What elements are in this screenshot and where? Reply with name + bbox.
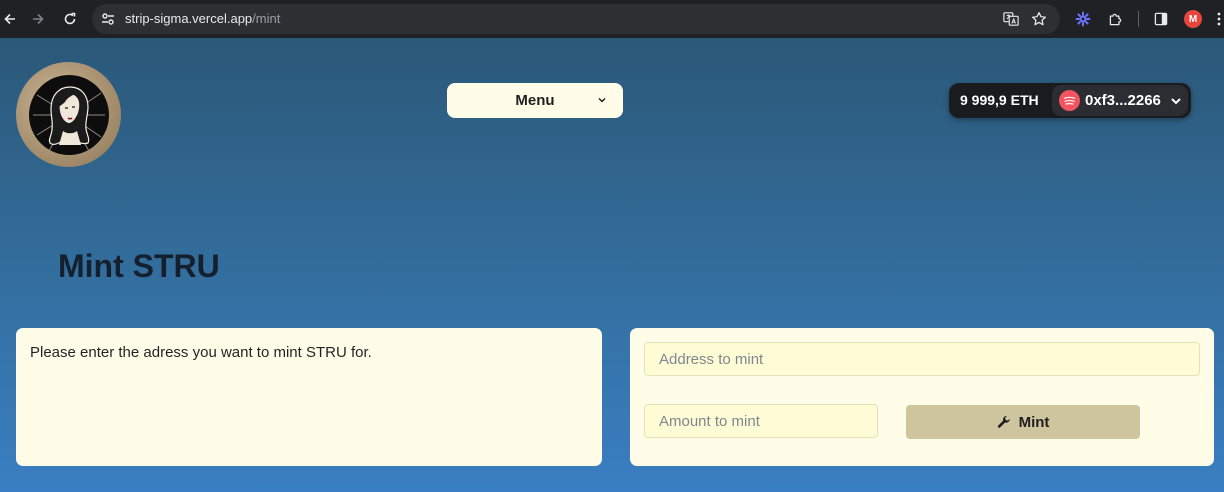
site-settings-icon[interactable] — [100, 11, 116, 27]
logo-portrait-icon — [28, 74, 109, 155]
browser-toolbar: strip-sigma.vercel.app/mint M — [0, 0, 1224, 38]
toolbar-divider — [1138, 11, 1139, 27]
side-panel-icon[interactable] — [1151, 9, 1171, 29]
menu-dropdown-button[interactable]: Menu — [447, 83, 623, 118]
wrench-icon — [997, 416, 1010, 428]
address-input[interactable] — [644, 342, 1200, 376]
page-body: Menu 9 999,9 ETH 0xf3...2266 Mint STRU P… — [0, 38, 1224, 492]
profile-avatar[interactable]: M — [1184, 10, 1202, 28]
info-card: Please enter the adress you want to mint… — [16, 328, 602, 466]
mint-label: Mint — [1018, 413, 1050, 431]
extensions-puzzle-icon[interactable] — [1105, 9, 1125, 29]
address-bar[interactable]: strip-sigma.vercel.app/mint — [92, 4, 1060, 34]
bookmark-star-icon[interactable] — [1030, 10, 1048, 28]
url-text[interactable]: strip-sigma.vercel.app/mint — [125, 11, 280, 26]
wallet-connect-widget[interactable]: 9 999,9 ETH 0xf3...2266 — [949, 83, 1191, 118]
account-button[interactable]: 0xf3...2266 — [1052, 85, 1188, 116]
mint-button[interactable]: Mint — [906, 405, 1140, 439]
translate-icon[interactable] — [1002, 10, 1020, 28]
more-menu-icon[interactable] — [1216, 12, 1222, 26]
reload-icon[interactable] — [60, 9, 80, 29]
menu-label: Menu — [515, 92, 555, 109]
back-arrow-icon[interactable] — [0, 9, 20, 29]
forward-arrow-icon[interactable] — [28, 9, 48, 29]
chevron-down-icon — [598, 97, 606, 103]
url-host: strip-sigma.vercel.app — [125, 11, 253, 26]
extension-gear-icon[interactable] — [1073, 9, 1093, 29]
mint-form-card: Mint — [630, 328, 1214, 466]
amount-input[interactable] — [644, 404, 878, 438]
account-address: 0xf3...2266 — [1085, 92, 1161, 109]
wallet-balance[interactable]: 9 999,9 ETH — [960, 92, 1039, 108]
site-logo[interactable] — [16, 62, 121, 167]
chevron-down-icon — [1171, 98, 1181, 105]
account-avatar-icon — [1059, 90, 1080, 111]
page-title: Mint STRU — [58, 248, 220, 284]
url-path: /mint — [252, 11, 281, 26]
info-text: Please enter the adress you want to mint… — [30, 344, 372, 361]
